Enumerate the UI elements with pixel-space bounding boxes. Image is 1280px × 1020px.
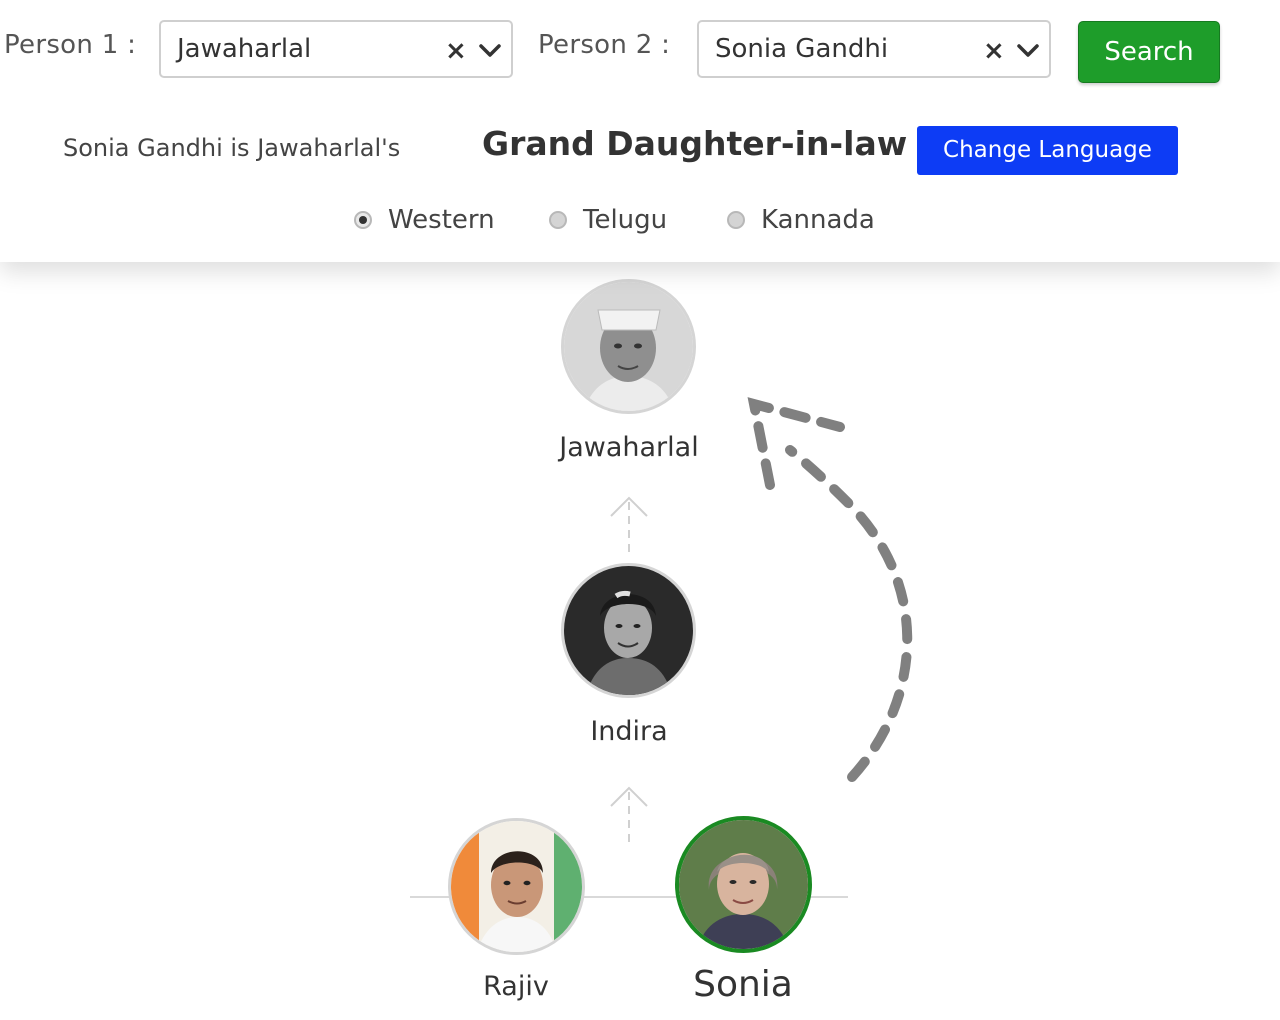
result-sentence: Sonia Gandhi is Jawaharlal's [63,134,401,162]
portrait-rajiv [451,821,582,952]
chevron-down-icon[interactable] [477,38,503,64]
change-language-button[interactable]: Change Language [917,126,1178,175]
portrait-jawaharlal [564,282,693,411]
person1-value: Jawaharlal [177,34,312,64]
person1-select[interactable]: Jawaharlal × [159,20,513,78]
radio-option-western[interactable]: Western [354,202,495,238]
radio-label-kannada: Kannada [761,205,875,235]
node-name-jawaharlal[interactable]: Jawaharlal [519,432,739,463]
arrow-up-icon [610,786,648,847]
radio-label-telugu: Telugu [583,205,668,235]
radio-label-western: Western [388,205,495,235]
avatar-jawaharlal[interactable] [561,279,696,414]
person1-label: Person 1 : [4,30,137,60]
arrow-up-icon [610,496,648,557]
radio-western[interactable] [354,211,372,229]
search-button[interactable]: Search [1078,21,1220,83]
person1-clear-icon[interactable]: × [445,36,467,66]
radio-kannada[interactable] [727,211,745,229]
chevron-down-icon[interactable] [1015,38,1041,64]
person2-label: Person 2 : [538,30,671,60]
node-name-indira[interactable]: Indira [519,716,739,747]
person2-select[interactable]: Sonia Gandhi × [697,20,1051,78]
person2-value: Sonia Gandhi [715,34,889,64]
person2-clear-icon[interactable]: × [983,36,1005,66]
portrait-sonia [679,820,808,949]
search-header: Person 1 : Jawaharlal × Person 2 : Sonia… [0,0,1280,262]
family-tree: Jawaharlal Indira Rajiv Sonia [0,262,1280,1020]
node-name-sonia[interactable]: Sonia [633,964,853,1005]
avatar-indira[interactable] [561,563,696,698]
radio-telugu[interactable] [549,211,567,229]
radio-option-telugu[interactable]: Telugu [549,202,667,238]
relationship-result: Grand Daughter-in-law [482,124,908,163]
avatar-rajiv[interactable] [448,818,585,955]
relation-curve-arrow [747,397,913,782]
avatar-sonia[interactable] [675,816,812,953]
portrait-indira [564,566,693,695]
radio-option-kannada[interactable]: Kannada [727,202,875,238]
node-name-rajiv[interactable]: Rajiv [406,971,626,1002]
